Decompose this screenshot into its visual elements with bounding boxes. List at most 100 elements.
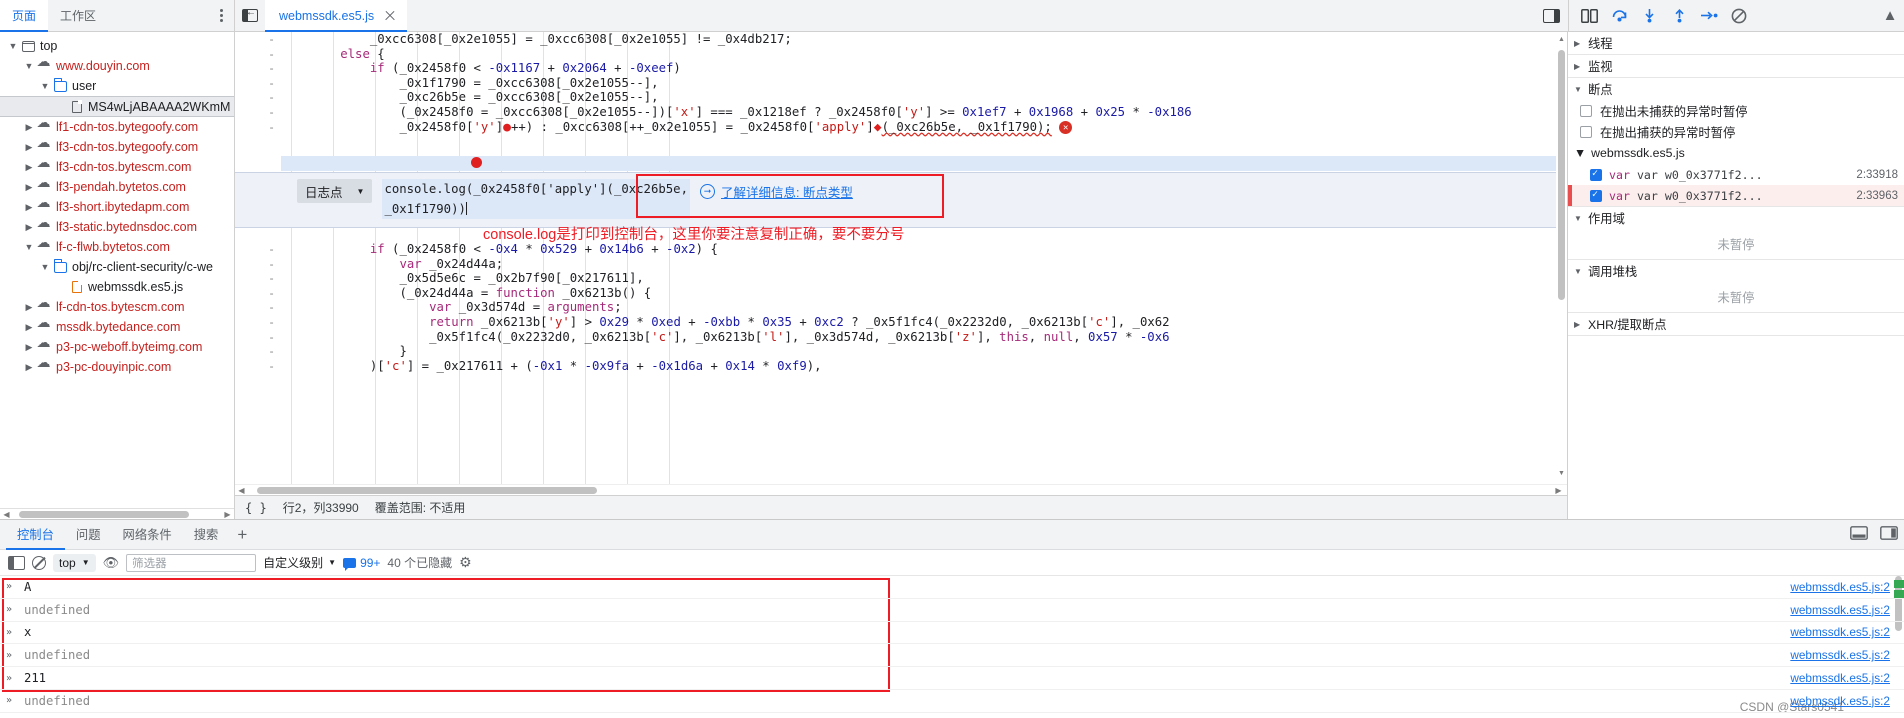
log-level-select[interactable]: 自定义级别 ▼	[263, 554, 336, 571]
breakpoint-group-file[interactable]: ▼ webmssdk.es5.js	[1568, 142, 1904, 164]
tree-twisty-icon[interactable]	[38, 81, 52, 91]
tree-item[interactable]: mssdk.bytedance.com	[0, 314, 234, 337]
breakpoint-expression-line2[interactable]: _0x1f1790))	[382, 199, 690, 219]
expand-arrow-icon[interactable]: »	[6, 581, 24, 592]
section-breakpoints[interactable]: ▼ 断点 在抛出未捕获的异常时暂停 在抛出捕获的异常时暂停 ▼ webmssdk…	[1568, 78, 1904, 207]
tree-item[interactable]: lf3-pendah.bytetos.com	[0, 174, 234, 197]
add-tab-icon[interactable]: +	[229, 520, 255, 550]
tree-twisty-icon[interactable]	[22, 322, 36, 333]
tree-item[interactable]: lf3-cdn-tos.bytegoofy.com	[0, 134, 234, 157]
file-navigator[interactable]: top www.douyin.com user MS4wLjABAAAA2WKmM lf…	[0, 32, 235, 519]
gear-icon[interactable]: ⚙	[459, 554, 472, 571]
editor-vertical-scrollbar[interactable]: ▲ ▼	[1556, 32, 1567, 484]
console-message-row[interactable]: » undefined webmssdk.es5.js:2	[0, 644, 1904, 668]
tree-twisty-icon[interactable]	[22, 202, 36, 213]
console-message-row[interactable]: » Awebmssdk.es5.js:2	[0, 576, 1904, 599]
tree-twisty-icon[interactable]	[22, 342, 36, 353]
error-token[interactable]: ✕	[1052, 120, 1073, 135]
code-line[interactable]: - var _0x3d574d = arguments;	[235, 300, 1567, 315]
execution-context-select[interactable]: top ▼	[53, 553, 96, 572]
source-code-view[interactable]: - _0xcc6308[_0x2e1055] = _0xcc6308[_0x2e…	[235, 32, 1567, 495]
tree-item[interactable]: top	[0, 36, 234, 56]
code-line[interactable]: - _0x1f1790 = _0xcc6308[_0x2e1055--],	[235, 76, 1567, 91]
console-message-source-link[interactable]: webmssdk.es5.js:2	[1790, 671, 1904, 685]
checkbox-caught[interactable]	[1580, 125, 1592, 138]
dock-side-icon[interactable]	[1534, 0, 1568, 31]
tree-twisty-icon[interactable]	[22, 122, 36, 133]
deactivate-breakpoints-icon[interactable]	[1725, 2, 1753, 30]
code-line[interactable]: - (_0x2458f0 = _0xcc6308[_0x2e1055--])['…	[235, 105, 1567, 120]
code-line[interactable]: - else {	[235, 47, 1567, 62]
tree-item[interactable]: webmssdk.es5.js	[0, 277, 234, 297]
navigator-horizontal-scrollbar[interactable]: ◀ ▶	[0, 508, 234, 519]
close-icon[interactable]	[384, 10, 396, 22]
breakpoint-expression-line1[interactable]: console.log(_0x2458f0['apply'](_0xc26b5e…	[382, 179, 690, 199]
tree-item[interactable]: lf3-cdn-tos.bytescm.com	[0, 154, 234, 177]
expand-arrow-icon[interactable]: »	[6, 673, 24, 684]
tree-twisty-icon[interactable]	[22, 61, 36, 71]
section-callstack[interactable]: ▼ 调用堆栈 未暂停	[1568, 260, 1904, 313]
tab-issues[interactable]: 问题	[65, 520, 112, 550]
pause-caught-option[interactable]: 在抛出捕获的异常时暂停	[1568, 121, 1904, 142]
console-message-source-link[interactable]: webmssdk.es5.js:2	[1790, 694, 1904, 708]
tab-workspace[interactable]: 工作区	[48, 0, 108, 32]
pretty-print-button[interactable]: { }	[245, 501, 267, 515]
code-line[interactable]: - _0xcc6308[_0x2e1055] = _0xcc6308[_0x2e…	[235, 32, 1567, 47]
scroll-thumb[interactable]	[19, 510, 189, 518]
code-line[interactable]: - _0x5d5e6c = _0x2b7f90[_0x217611],	[235, 271, 1567, 286]
section-scope[interactable]: ▼ 作用域 未暂停	[1568, 207, 1904, 260]
drawer-dock-icon[interactable]	[1844, 526, 1874, 543]
code-line[interactable]: - return _0x6213b['y'] > 0x29 * 0xed + -…	[235, 315, 1567, 330]
code-line[interactable]: - }	[235, 344, 1567, 359]
more-options-icon[interactable]	[208, 0, 234, 32]
section-breakpoints-header[interactable]: ▼ 断点	[1568, 78, 1904, 100]
expand-arrow-icon[interactable]: »	[6, 695, 24, 706]
tree-twisty-icon[interactable]	[22, 162, 36, 173]
expand-arrow-icon[interactable]: »	[6, 604, 24, 615]
tree-item[interactable]: p3-pc-weboff.byteimg.com	[0, 334, 234, 357]
code-line[interactable]: - if (_0x2458f0 < -0x4 * 0x529 + 0x14b6 …	[235, 242, 1567, 257]
step-into-icon[interactable]	[1635, 2, 1663, 30]
breakpoint-entry[interactable]: var var w0_0x3771f2... 2:33963	[1568, 185, 1904, 206]
breakpoint-marker[interactable]	[471, 157, 482, 168]
console-message-source-link[interactable]: webmssdk.es5.js:2	[1790, 580, 1904, 594]
tab-console[interactable]: 控制台	[6, 520, 65, 550]
editor-vscroll-thumb[interactable]	[1558, 50, 1565, 300]
checkbox-uncaught[interactable]	[1580, 104, 1592, 117]
console-message-source-link[interactable]: webmssdk.es5.js:2	[1790, 648, 1904, 662]
tab-pages[interactable]: 页面	[0, 0, 49, 32]
tree-item[interactable]: lf-cdn-tos.bytescm.com	[0, 294, 234, 317]
console-message-source-link[interactable]: webmssdk.es5.js:2	[1790, 603, 1904, 617]
tree-item[interactable]: MS4wLjABAAAA2WKmM	[0, 96, 234, 117]
scroll-left-icon[interactable]: ◀	[0, 510, 13, 519]
pause-uncaught-option[interactable]: 在抛出未捕获的异常时暂停	[1568, 100, 1904, 121]
tree-item[interactable]: user	[0, 76, 234, 96]
step-out-icon[interactable]	[1665, 2, 1693, 30]
tree-item[interactable]: www.douyin.com	[0, 53, 234, 76]
expand-arrow-icon[interactable]: »	[6, 627, 24, 638]
editor-file-tab[interactable]: webmssdk.es5.js	[265, 0, 408, 32]
code-line[interactable]: - (_0x24d44a = function _0x6213b() {	[235, 286, 1567, 301]
vertical-scroll-up-icon[interactable]: ▲	[1876, 2, 1904, 30]
code-line[interactable]: - var _0x24d44a;	[235, 257, 1567, 272]
tree-twisty-icon[interactable]	[6, 41, 20, 51]
section-callstack-header[interactable]: ▼ 调用堆栈	[1568, 260, 1904, 282]
console-messages[interactable]: CSDN @Stars0541 » Awebmssdk.es5.js:2» unde…	[0, 576, 1904, 718]
section-threads-header[interactable]: ▶ 线程	[1568, 32, 1904, 54]
show-navigator-icon[interactable]	[235, 0, 265, 31]
learn-more-link[interactable]: ➞ 了解详细信息: 断点类型	[699, 182, 853, 201]
tree-twisty-icon[interactable]	[22, 222, 36, 233]
tree-twisty-icon[interactable]	[22, 302, 36, 313]
scroll-up-icon[interactable]: ▲	[1556, 36, 1567, 48]
console-sidebar-toggle-icon[interactable]	[8, 555, 25, 570]
scroll-down-icon[interactable]: ▼	[1556, 470, 1567, 482]
editor-hscroll-thumb[interactable]	[257, 487, 597, 494]
live-expression-icon[interactable]: 👁	[103, 555, 120, 571]
scroll-right-icon[interactable]: ▶	[221, 510, 234, 519]
drawer-close-icon[interactable]	[1874, 526, 1904, 543]
checkbox-breakpoint[interactable]	[1590, 189, 1602, 202]
section-threads[interactable]: ▶ 线程	[1568, 32, 1904, 55]
tree-twisty-icon[interactable]	[22, 142, 36, 153]
editor-scroll-right-icon[interactable]: ▶	[1552, 486, 1565, 495]
editor-horizontal-scrollbar[interactable]: ◀ ▶	[235, 484, 1567, 495]
